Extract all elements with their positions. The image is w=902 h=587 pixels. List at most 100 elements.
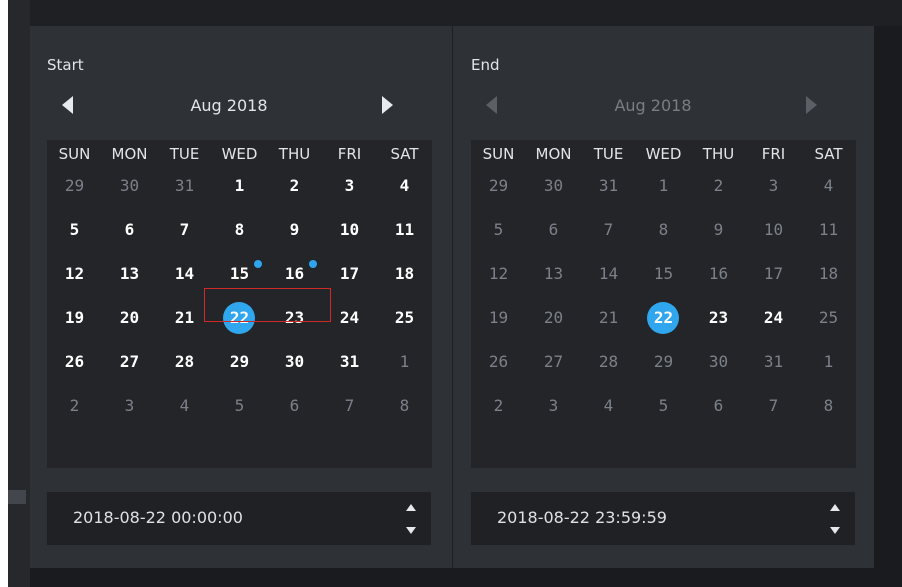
- day-cell: 21: [598, 308, 619, 327]
- day-cell: 2: [493, 396, 504, 415]
- day-cell[interactable]: 30: [267, 340, 322, 384]
- left-scroll-handle[interactable]: [8, 490, 26, 504]
- day-cell[interactable]: 7: [322, 384, 377, 428]
- day-cell: 1: [823, 352, 834, 371]
- day-cell: 3: [548, 396, 559, 415]
- end-time-down-icon[interactable]: [830, 527, 840, 534]
- end-title: End: [471, 56, 500, 74]
- day-cell: 29: [488, 176, 509, 195]
- day-cell[interactable]: 24: [746, 296, 801, 340]
- day-cell: 3: [768, 176, 779, 195]
- day-cell: 4: [823, 176, 834, 195]
- day-cell[interactable]: 6: [102, 208, 157, 252]
- day-cell[interactable]: 27: [102, 340, 157, 384]
- day-cell[interactable]: 1: [377, 340, 432, 384]
- day-cell[interactable]: 10: [322, 208, 377, 252]
- left-edge: [0, 0, 8, 587]
- day-cell: 2: [713, 176, 724, 195]
- day-cell[interactable]: 25: [377, 296, 432, 340]
- day-number: 22: [653, 308, 674, 327]
- record-marker-dot: [309, 260, 317, 268]
- day-cell[interactable]: 31: [322, 340, 377, 384]
- day-cell: 8: [658, 220, 669, 239]
- day-cell[interactable]: 9: [267, 208, 322, 252]
- day-cell: 17: [763, 264, 784, 283]
- day-cell[interactable]: 1: [212, 164, 267, 208]
- day-cell[interactable]: 2: [47, 384, 102, 428]
- day-cell[interactable]: 20: [102, 296, 157, 340]
- day-cell: 27: [543, 352, 564, 371]
- day-cell: 5: [658, 396, 669, 415]
- day-cell: 29: [653, 352, 674, 371]
- day-cell: 19: [488, 308, 509, 327]
- prev-month-button[interactable]: [62, 96, 76, 114]
- day-cell: 31: [598, 176, 619, 195]
- day-cell: 10: [763, 220, 784, 239]
- next-month-button[interactable]: [382, 96, 396, 114]
- day-cell: 6: [548, 220, 559, 239]
- day-cell: 9: [713, 220, 724, 239]
- day-cell[interactable]: 23: [691, 296, 746, 340]
- day-cell[interactable]: 3: [322, 164, 377, 208]
- day-cell[interactable]: 2: [267, 164, 322, 208]
- record-marker-dot: [254, 260, 262, 268]
- start-time-down-icon[interactable]: [406, 527, 416, 534]
- day-cell[interactable]: 4: [157, 384, 212, 428]
- weekday-sun: SUN: [482, 145, 515, 163]
- end-prev-month-button: [486, 96, 500, 114]
- end-time-value[interactable]: 2018-08-22 23:59:59: [497, 508, 667, 527]
- day-cell: 26: [488, 352, 509, 371]
- day-cell[interactable]: 3: [102, 384, 157, 428]
- weekday-thu: THU: [702, 145, 735, 163]
- marked-range-highlight: [204, 288, 331, 322]
- day-cell[interactable]: 19: [47, 296, 102, 340]
- day-cell: 18: [818, 264, 839, 283]
- day-cell: 4: [603, 396, 614, 415]
- weekday-tue: TUE: [593, 145, 624, 163]
- day-cell: 14: [598, 264, 619, 283]
- day-cell[interactable]: 12: [47, 252, 102, 296]
- end-month-label: Aug 2018: [614, 96, 692, 115]
- day-cell: 16: [708, 264, 729, 283]
- day-cell[interactable]: 29: [212, 340, 267, 384]
- day-cell[interactable]: 29: [47, 164, 102, 208]
- day-cell: 5: [493, 220, 504, 239]
- start-title: Start: [47, 56, 84, 74]
- start-time-field[interactable]: 2018-08-22 00:00:00: [47, 492, 431, 545]
- day-cell[interactable]: 7: [157, 208, 212, 252]
- start-month-label: Aug 2018: [190, 96, 268, 115]
- weekday-sat: SAT: [814, 145, 843, 163]
- end-time-up-icon[interactable]: [830, 504, 840, 511]
- end-time-field[interactable]: 2018-08-22 23:59:59: [471, 492, 855, 545]
- day-cell: 7: [768, 396, 779, 415]
- end-next-month-button: [806, 96, 820, 114]
- day-cell[interactable]: 26: [47, 340, 102, 384]
- day-cell: 30: [543, 176, 564, 195]
- day-cell: 25: [818, 308, 839, 327]
- weekday-wed: WED: [221, 145, 258, 163]
- weekday-wed: WED: [645, 145, 682, 163]
- day-cell[interactable]: 13: [102, 252, 157, 296]
- day-cell[interactable]: 8: [377, 384, 432, 428]
- day-cell[interactable]: 8: [212, 208, 267, 252]
- day-cell[interactable]: 28: [157, 340, 212, 384]
- day-cell: 15: [653, 264, 674, 283]
- weekday-fri: FRI: [761, 145, 786, 163]
- day-cell[interactable]: 11: [377, 208, 432, 252]
- day-cell[interactable]: 5: [212, 384, 267, 428]
- weekday-mon: MON: [111, 145, 148, 163]
- weekday-fri: FRI: [337, 145, 362, 163]
- day-cell[interactable]: 18: [377, 252, 432, 296]
- day-cell[interactable]: 30: [102, 164, 157, 208]
- day-cell: 8: [823, 396, 834, 415]
- day-cell[interactable]: 4: [377, 164, 432, 208]
- day-cell: 28: [598, 352, 619, 371]
- start-time-value[interactable]: 2018-08-22 00:00:00: [73, 508, 243, 527]
- day-cell: 1: [658, 176, 669, 195]
- start-time-up-icon[interactable]: [406, 504, 416, 511]
- day-cell[interactable]: 5: [47, 208, 102, 252]
- day-cell[interactable]: 31: [157, 164, 212, 208]
- day-cell[interactable]: 6: [267, 384, 322, 428]
- selected-day[interactable]: 22: [636, 296, 691, 340]
- day-cell: 11: [818, 220, 839, 239]
